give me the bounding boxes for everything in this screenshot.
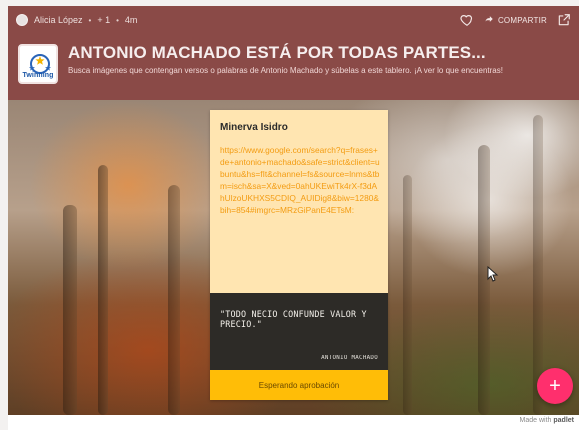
made-with-padlet[interactable]: Made with padlet <box>520 417 574 424</box>
post-meta: Alicia López • + 1 • 4m <box>34 15 137 25</box>
header-text: ANTONIO MACHADO ESTÁ POR TODAS PARTES...… <box>68 44 567 76</box>
twinning-logo: Twinning <box>18 44 58 84</box>
background-mist <box>369 100 579 310</box>
open-external-icon[interactable] <box>557 13 571 27</box>
quote-text: "TODO NECIO CONFUNDE VALOR Y PRECIO." <box>220 309 367 329</box>
approval-status: Esperando aprobación <box>210 370 388 400</box>
footer-bar: Made with padlet <box>8 415 579 430</box>
background-tree <box>403 175 412 415</box>
post-time: 4m <box>124 15 138 25</box>
made-with-label: Made with <box>519 417 552 424</box>
share-label: COMPARTIR <box>497 15 547 25</box>
share-icon <box>484 14 494 26</box>
add-post-button[interactable]: + <box>537 368 573 404</box>
heart-icon[interactable] <box>460 13 474 27</box>
card-link[interactable]: https://www.google.com/search?q=frases+d… <box>220 144 380 216</box>
padlet-frame: Alicia López • + 1 • 4m COMPARTIR Twinni… <box>0 0 579 430</box>
meta-separator: • <box>116 15 119 25</box>
mouse-cursor-icon <box>487 266 499 282</box>
background-tree <box>63 205 77 415</box>
user-avatar <box>16 14 28 26</box>
logo-text: Twinning <box>22 72 54 79</box>
background-tree <box>98 165 108 415</box>
card-author: Minerva Isidro <box>220 122 288 133</box>
board-description: Busca imágenes que contengan versos o pa… <box>68 66 503 75</box>
background-tree <box>533 115 543 415</box>
background-tree <box>168 185 180 415</box>
quote-attribution: ANTONIO MACHADO <box>321 355 378 361</box>
board-title: ANTONIO MACHADO ESTÁ POR TODAS PARTES... <box>68 43 486 62</box>
padlet-brand: padlet <box>553 417 574 424</box>
meta-separator: • <box>88 15 92 25</box>
quote-image[interactable]: "TODO NECIO CONFUNDE VALOR Y PRECIO." AN… <box>210 293 388 370</box>
board-header: Twinning ANTONIO MACHADO ESTÁ POR TODAS … <box>8 34 579 100</box>
post-card[interactable]: Minerva Isidro https://www.google.com/se… <box>210 110 388 400</box>
post-meta-bar: Alicia López • + 1 • 4m COMPARTIR <box>8 6 579 34</box>
plus-icon: + <box>549 375 561 397</box>
topbar-actions: COMPARTIR <box>460 13 571 27</box>
share-button[interactable]: COMPARTIR <box>484 14 547 26</box>
post-likes: + 1 <box>97 15 111 25</box>
post-author: Alicia López <box>34 15 83 25</box>
approval-status-label: Esperando aprobación <box>258 380 340 390</box>
